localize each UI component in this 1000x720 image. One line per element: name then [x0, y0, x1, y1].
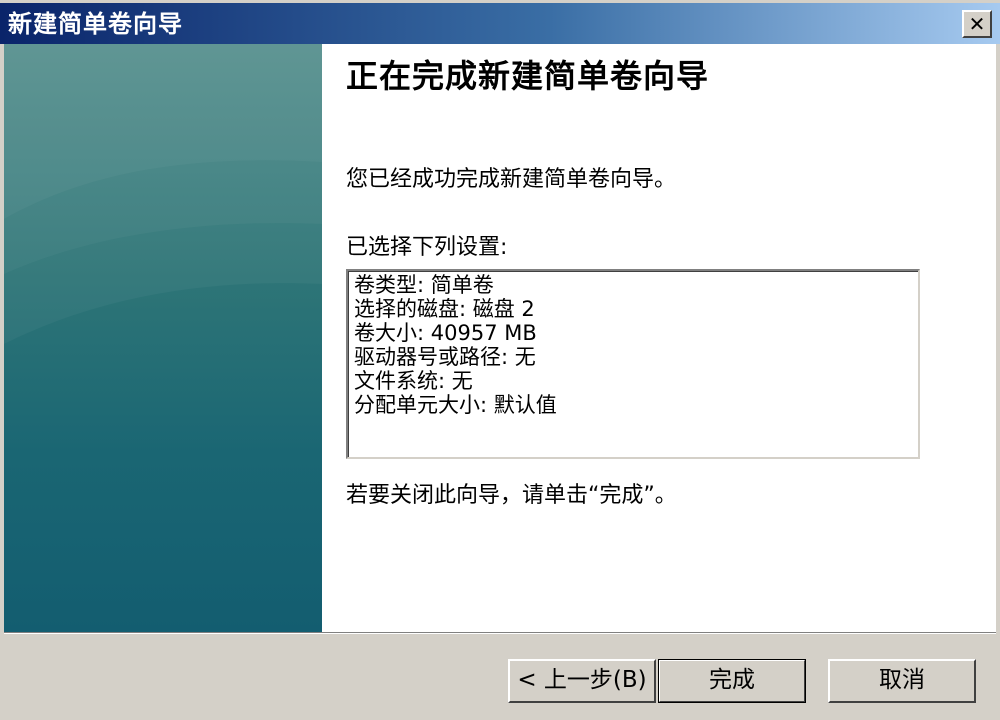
- setting-selected-disk: 选择的磁盘: 磁盘 2: [354, 297, 535, 321]
- banner-swoosh-graphic: [4, 44, 322, 344]
- settings-label: 已选择下列设置:: [346, 235, 508, 260]
- close-hint: 若要关闭此向导，请单击“完成”。: [346, 483, 677, 508]
- setting-volume-type: 卷类型: 简单卷: [354, 273, 494, 297]
- completed-message: 您已经成功完成新建简单卷向导。: [346, 167, 677, 192]
- window-title: 新建简单卷向导: [8, 10, 183, 38]
- button-area-divider: [4, 632, 996, 634]
- cancel-button[interactable]: 取消: [828, 659, 976, 703]
- wizard-content: 正在完成新建简单卷向导 您已经成功完成新建简单卷向导。 已选择下列设置: 卷类型…: [322, 44, 996, 632]
- setting-allocation-unit: 分配单元大小: 默认值: [354, 393, 557, 417]
- back-button[interactable]: < 上一步(B): [508, 659, 656, 703]
- setting-drive-letter: 驱动器号或路径: 无: [354, 345, 536, 369]
- setting-volume-size: 卷大小: 40957 MB: [354, 321, 537, 345]
- page-title: 正在完成新建简单卷向导: [346, 57, 710, 95]
- wizard-side-banner: [4, 44, 322, 632]
- close-icon: ✕: [968, 12, 986, 36]
- title-bar[interactable]: 新建简单卷向导 ✕: [0, 0, 1000, 44]
- setting-file-system: 文件系统: 无: [354, 369, 473, 393]
- finish-button[interactable]: 完成: [658, 659, 806, 703]
- close-button[interactable]: ✕: [962, 10, 992, 38]
- wizard-window: 新建简单卷向导 ✕ 正在完成新建简单卷向导 您已经成功完成新建简单卷向导。 已选…: [0, 0, 1000, 720]
- settings-summary-box[interactable]: 卷类型: 简单卷 选择的磁盘: 磁盘 2 卷大小: 40957 MB 驱动器号或…: [346, 269, 920, 459]
